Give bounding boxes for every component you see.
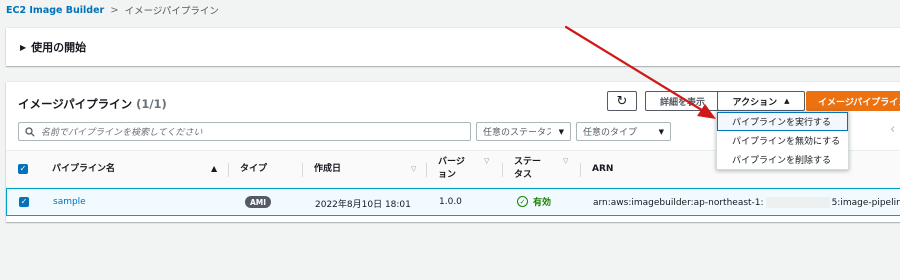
arn-value: arn:aws:imagebuilder:ap-northeast-1: 5:im… <box>593 197 900 208</box>
column-header-version[interactable]: バージョン <box>438 156 466 182</box>
status-label: 有効 <box>533 198 552 208</box>
created-date: 2022年8月10日 18:01 <box>315 200 411 210</box>
sort-icon[interactable]: ▽ <box>484 157 489 165</box>
type-filter-value: 任意のタイプ <box>583 128 638 138</box>
column-divider[interactable] <box>228 163 229 177</box>
breadcrumb: EC2 Image Builder > イメージパイプライン <box>6 2 219 18</box>
actions-label: アクション <box>732 97 778 108</box>
column-header-arn[interactable]: ARN <box>592 163 613 176</box>
status-filter-value: 任意のステータス <box>483 128 551 138</box>
search-input[interactable]: 名前でパイプラインを検索してください <box>18 122 471 141</box>
actions-button[interactable]: アクション ▲ <box>717 91 805 111</box>
column-header-created[interactable]: 作成日 <box>314 163 341 176</box>
column-header-name[interactable]: パイプライン名 <box>52 163 115 176</box>
column-header-type[interactable]: タイプ <box>240 163 267 176</box>
pipelines-count: (1/1) <box>136 97 167 111</box>
sort-icon[interactable]: ▽ <box>411 165 416 173</box>
pipelines-title-text: イメージパイプライン <box>18 97 133 111</box>
version-value: 1.0.0 <box>439 197 462 207</box>
refresh-button[interactable]: ↻ <box>607 91 637 111</box>
actions-dropdown-menu: パイプラインを実行する パイプラインを無効にする パイプラインを削除する <box>716 111 849 170</box>
caret-right-icon: ▶ <box>20 42 27 52</box>
menu-item-run-pipeline[interactable]: パイプラインを実行する <box>717 112 848 131</box>
caret-down-icon: ▼ <box>558 127 564 136</box>
redacted-account-id <box>765 197 830 208</box>
view-details-label: 詳細を表示 <box>659 97 705 108</box>
sort-icon[interactable]: ▲ <box>211 164 217 173</box>
status-filter-select[interactable]: 任意のステータス ▼ <box>476 122 571 141</box>
sort-icon[interactable]: ▽ <box>563 157 568 165</box>
arn-suffix: 5:image-pipeline/sample <box>831 198 900 208</box>
column-divider[interactable] <box>580 163 581 177</box>
caret-down-icon: ▼ <box>658 127 664 136</box>
search-placeholder: 名前でパイプラインを検索してください <box>41 128 203 138</box>
caret-up-icon: ▲ <box>784 97 790 105</box>
menu-item-disable-pipeline[interactable]: パイプラインを無効にする <box>717 131 848 150</box>
create-pipeline-button[interactable]: イメージパイプライン <box>806 91 900 111</box>
column-divider[interactable] <box>502 163 503 177</box>
create-pipeline-label: イメージパイプライン <box>818 97 900 108</box>
column-header-status[interactable]: ステータス <box>514 156 544 182</box>
chevron-left-icon[interactable]: ‹ <box>890 122 895 137</box>
search-icon <box>25 126 35 137</box>
pipeline-name-link[interactable]: sample <box>53 197 86 207</box>
type-filter-select[interactable]: 任意のタイプ ▼ <box>576 122 671 141</box>
getting-started-panel[interactable]: ▶ 使用の開始 <box>6 28 900 66</box>
getting-started-title: 使用の開始 <box>31 41 87 54</box>
status-badge: ✓ 有効 <box>517 195 551 208</box>
breadcrumb-current: イメージパイプライン <box>124 6 219 17</box>
pipelines-title: イメージパイプライン (1/1) <box>18 96 167 112</box>
menu-item-delete-pipeline[interactable]: パイプラインを削除する <box>717 150 848 169</box>
type-badge: AMI <box>245 196 272 208</box>
table-row[interactable]: ✓ sample AMI 2022年8月10日 18:01 1.0.0 ✓ 有効… <box>6 188 900 216</box>
select-all-checkbox[interactable]: ✓ <box>18 164 28 174</box>
chevron-right-icon: > <box>110 4 119 16</box>
column-divider[interactable] <box>426 163 427 177</box>
column-divider[interactable] <box>302 163 303 177</box>
status-ok-icon: ✓ <box>517 196 528 207</box>
refresh-icon: ↻ <box>616 93 628 109</box>
view-details-button[interactable]: 詳細を表示 <box>645 91 720 111</box>
arn-prefix: arn:aws:imagebuilder:ap-northeast-1: <box>593 198 764 208</box>
breadcrumb-root-link[interactable]: EC2 Image Builder <box>6 5 104 16</box>
row-checkbox[interactable]: ✓ <box>19 197 29 207</box>
